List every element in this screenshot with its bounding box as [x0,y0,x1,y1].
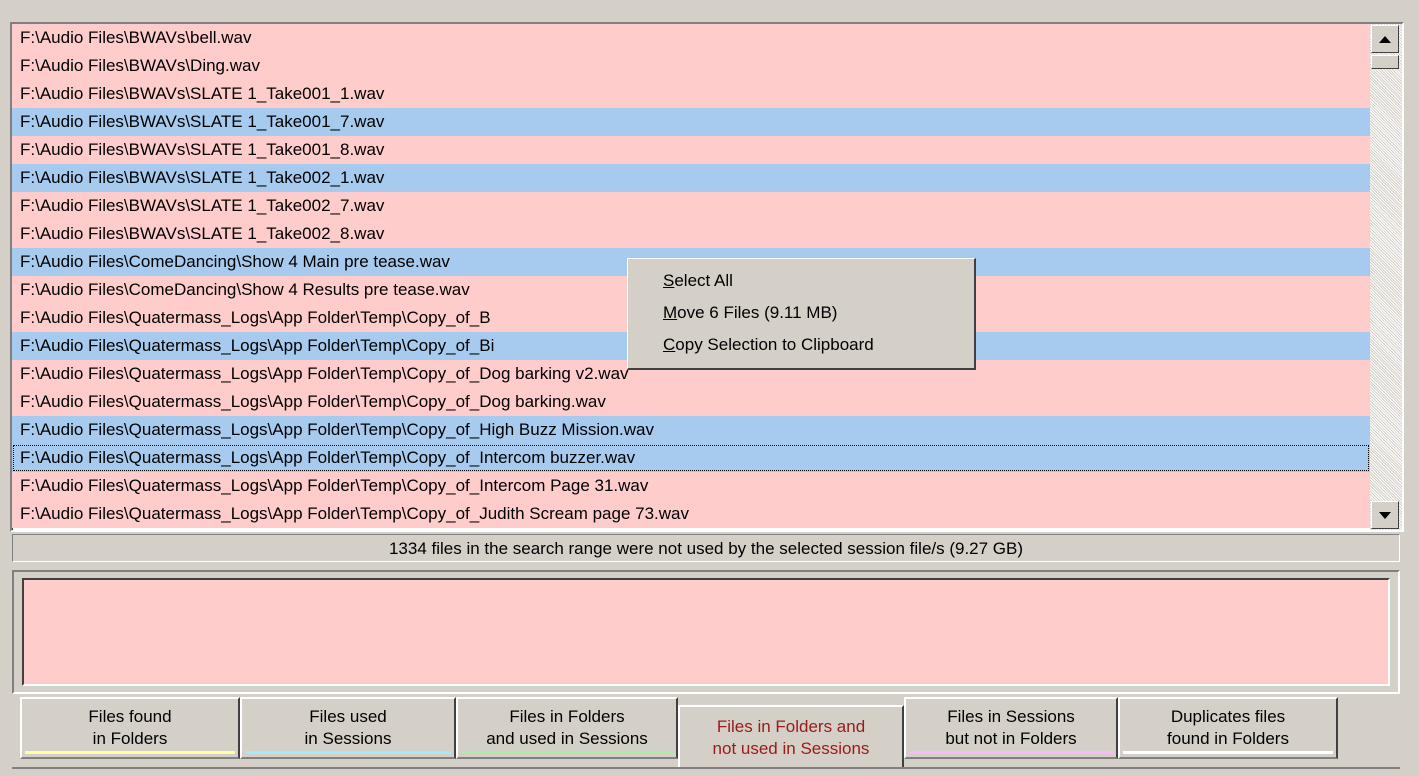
file-row[interactable]: F:\Audio Files\BWAVs\SLATE 1_Take002_1.w… [12,164,1370,192]
status-bar: 1334 files in the search range were not … [12,534,1400,562]
tab-label-line1: Files in Sessions [947,707,1075,726]
tab-label-line1: Duplicates files [1170,707,1286,726]
scroll-thumb[interactable] [1371,55,1399,69]
tab-color-indicator [245,751,451,754]
file-row[interactable]: F:\Audio Files\BWAVs\bell.wav [12,24,1370,52]
detail-panel [12,570,1400,694]
tab-label-line1: Files in Folders [509,707,625,726]
file-row[interactable]: F:\Audio Files\BWAVs\SLATE 1_Take001_8.w… [12,136,1370,164]
file-row[interactable]: F:\Audio Files\BWAVs\SLATE 1_Take002_8.w… [12,220,1370,248]
file-row[interactable]: F:\Audio Files\BWAVs\SLATE 1_Take001_1.w… [12,80,1370,108]
scroll-down-button[interactable] [1371,501,1399,529]
file-row[interactable]: F:\Audio Files\Quatermass_Logs\App Folde… [12,472,1370,500]
menu-item-move-files[interactable]: Move 6 Files (9.11 MB) [628,297,974,329]
tab-label-line2: and used in Sessions [486,729,648,748]
file-row[interactable]: F:\Audio Files\BWAVs\SLATE 1_Take002_7.w… [12,192,1370,220]
menu-item-copy-selection[interactable]: Copy Selection to Clipboard [628,329,974,361]
file-row[interactable]: F:\Audio Files\BWAVs\Ding.wav [12,52,1370,80]
tab-color-indicator [25,751,235,754]
scroll-up-button[interactable] [1371,25,1399,53]
arrow-down-icon [1379,511,1391,519]
tab-label-line1: Files used [309,707,387,726]
tab-baseline [12,767,1400,769]
tab-files-in-folders-not-used[interactable]: Files in Folders and not used in Sessions [678,705,904,767]
tab-label-line2: in Folders [92,729,168,748]
file-row[interactable]: F:\Audio Files\Quatermass_Logs\App Folde… [12,388,1370,416]
detail-panel-content [22,578,1390,686]
tab-files-used-in-sessions[interactable]: Files used in Sessions [240,697,456,759]
file-row[interactable]: F:\Audio Files\Quatermass_Logs\App Folde… [12,444,1370,472]
file-row[interactable]: F:\Audio Files\Quatermass_Logs\App Folde… [12,500,1370,528]
file-row[interactable]: F:\Audio Files\Quatermass_Logs\App Folde… [12,416,1370,444]
menu-item-select-all[interactable]: Select All [628,265,974,297]
tab-label-line1: Files in Folders and [716,717,866,736]
tab-files-found-in-folders[interactable]: Files found in Folders [20,697,240,759]
tab-label-line1: Files found [88,707,172,726]
file-row[interactable]: F:\Audio Files\BWAVs\SLATE 1_Take001_7.w… [12,108,1370,136]
tab-label-line2: not used in Sessions [712,739,870,758]
context-menu: Select All Move 6 Files (9.11 MB) Copy Sel… [627,258,976,370]
tab-files-in-sessions-not-folders[interactable]: Files in Sessions but not in Folders [904,697,1118,759]
tab-files-in-folders-used[interactable]: Files in Folders and used in Sessions [456,697,678,759]
tab-color-indicator [909,751,1113,754]
tab-color-indicator [1123,751,1333,754]
tab-duplicate-files[interactable]: Duplicates files found in Folders [1118,697,1338,759]
tab-label-line2: in Sessions [304,729,392,748]
arrow-up-icon [1379,35,1391,43]
tab-label-line2: found in Folders [1167,729,1289,748]
tab-color-indicator [461,751,673,754]
tab-label-line2: but not in Folders [945,729,1077,748]
vertical-scrollbar[interactable] [1370,24,1402,530]
